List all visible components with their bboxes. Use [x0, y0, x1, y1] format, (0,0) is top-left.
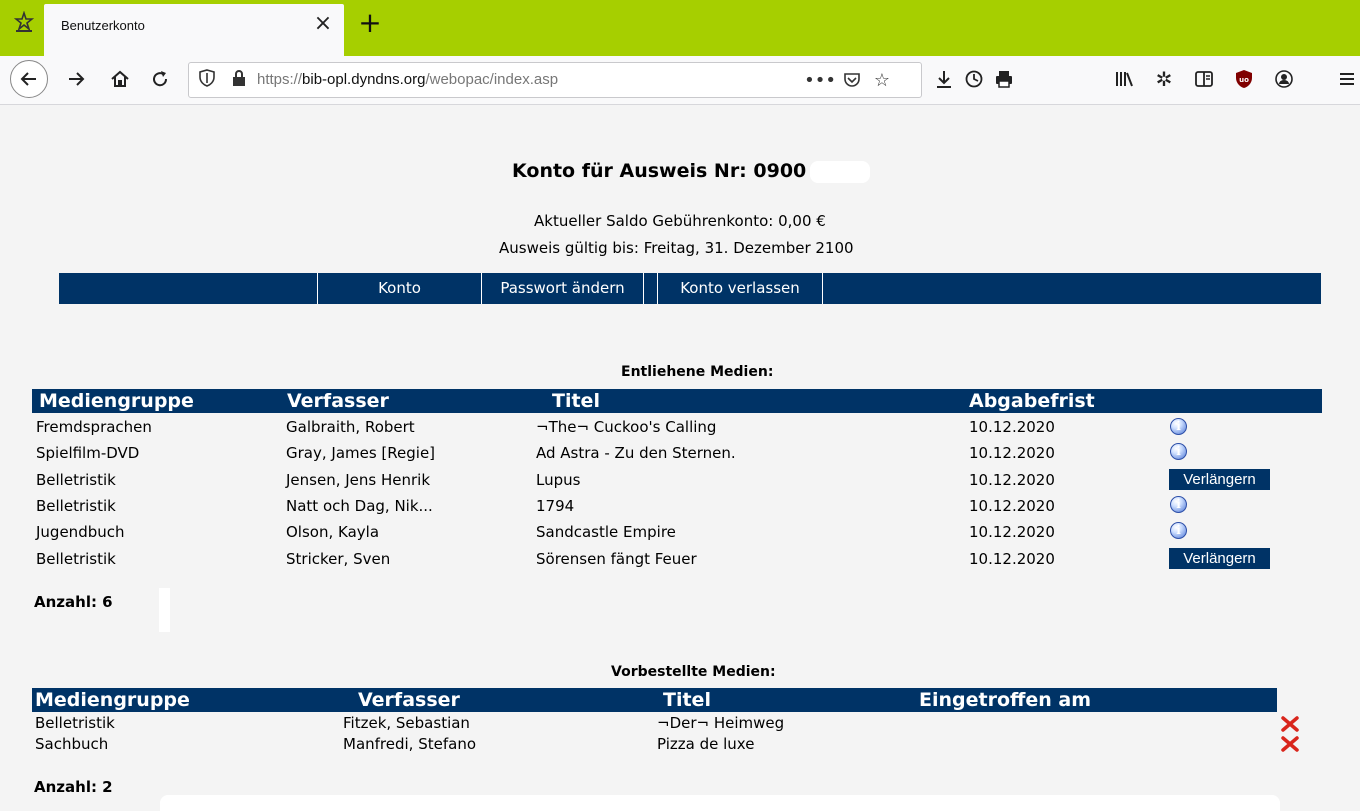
extension-sun-icon[interactable]: ✲ [1148, 63, 1180, 95]
col-titel: Titel [663, 689, 711, 711]
delete-x-icon[interactable] [1281, 735, 1299, 753]
cell-group: Belletristik [36, 550, 116, 568]
cell-due: 10.12.2020 [969, 497, 1055, 515]
tab-bar: Benutzerkonto × + [0, 0, 1360, 56]
account-title: Konto für Ausweis Nr: 0900 [512, 160, 871, 183]
loans-table-header: Mediengruppe Verfasser Titel Abgabefrist [32, 389, 1322, 413]
info-icon[interactable]: i [1170, 418, 1187, 435]
redaction-mask [810, 160, 871, 183]
cell-group: Sachbuch [35, 735, 109, 753]
valid-until-line: Ausweis gültig bis: Freitag, 31. Dezembe… [499, 239, 854, 257]
col-mediengruppe: Mediengruppe [39, 390, 194, 412]
account-menu-bar: Konto Passwort ändern Konto verlassen [59, 273, 1321, 304]
loans-count: Anzahl: 6 [34, 593, 113, 611]
url-prefix: https:// [257, 71, 303, 88]
info-icon[interactable]: i [1170, 496, 1187, 513]
cell-title: Pizza de luxe [657, 735, 755, 753]
reservations-count: Anzahl: 2 [34, 778, 113, 796]
history-icon[interactable] [958, 63, 990, 95]
renew-button[interactable]: Verlängern [1169, 548, 1270, 569]
col-abgabefrist: Abgabefrist [969, 390, 1095, 412]
tab-list-icon[interactable] [14, 8, 34, 36]
redaction-mask [160, 795, 1280, 811]
col-verfasser: Verfasser [358, 689, 460, 711]
pocket-icon[interactable] [839, 66, 865, 94]
cell-title: ¬Der¬ Heimweg [657, 714, 785, 732]
reservations-section-title: Vorbestellte Medien: [611, 664, 776, 680]
cell-group: Jugendbuch [36, 523, 125, 541]
cell-title: Lupus [536, 471, 581, 489]
browser-tab[interactable]: Benutzerkonto × [44, 4, 344, 56]
loans-section-title: Entliehene Medien: [621, 364, 774, 380]
reservations-table-header: Mediengruppe Verfasser Titel Eingetroffe… [32, 688, 1277, 712]
cell-author: Galbraith, Robert [286, 418, 415, 436]
delete-x-icon[interactable] [1281, 715, 1299, 733]
cell-author: Natt och Dag, Nik... [286, 497, 433, 515]
new-tab-icon[interactable]: + [356, 9, 384, 39]
col-mediengruppe: Mediengruppe [35, 689, 190, 711]
balance-line: Aktueller Saldo Gebührenkonto: 0,00 € [534, 212, 826, 230]
navigation-bar: https://bib-opl.dyndns.org/webopac/index… [0, 56, 1360, 105]
print-icon[interactable] [988, 63, 1020, 95]
library-icon[interactable] [1108, 63, 1140, 95]
cell-group: Belletristik [36, 471, 116, 489]
renew-button[interactable]: Verlängern [1169, 469, 1270, 490]
menu-passwort-aendern[interactable]: Passwort ändern [481, 273, 643, 304]
cell-title: 1794 [536, 497, 575, 515]
cell-title: Ad Astra - Zu den Sternen. [536, 444, 736, 462]
url-text[interactable]: https://bib-opl.dyndns.org/webopac/index… [257, 71, 558, 88]
menu-separator [643, 273, 657, 304]
col-verfasser: Verfasser [287, 390, 389, 412]
sidebar-icon[interactable] [1188, 63, 1220, 95]
cell-due: 10.12.2020 [969, 523, 1055, 541]
cell-author: Gray, James [Regie] [286, 444, 436, 462]
home-icon[interactable] [104, 63, 136, 95]
info-icon[interactable]: i [1170, 522, 1187, 539]
cell-author: Olson, Kayla [286, 523, 380, 541]
back-icon[interactable] [10, 60, 48, 98]
col-eingetroffen: Eingetroffen am [919, 689, 1092, 711]
cell-group: Belletristik [35, 714, 115, 732]
cell-author: Fitzek, Sebastian [343, 714, 470, 732]
bookmark-star-icon[interactable]: ☆ [869, 66, 895, 94]
cell-due: 10.12.2020 [969, 418, 1055, 436]
cell-title: Sandcastle Empire [536, 523, 676, 541]
lock-icon[interactable] [232, 70, 246, 90]
svg-text:uo: uo [1239, 76, 1249, 84]
info-icon[interactable]: i [1170, 443, 1187, 460]
cell-group: Belletristik [36, 497, 116, 515]
cell-title: Sörensen fängt Feuer [536, 550, 697, 568]
tab-title: Benutzerkonto [61, 18, 145, 33]
col-titel: Titel [552, 390, 600, 412]
reload-icon[interactable] [144, 63, 176, 95]
cell-due: 10.12.2020 [969, 550, 1055, 568]
account-title-text: Konto für Ausweis Nr: 0900 [512, 160, 807, 182]
cell-group: Spielfilm-DVD [36, 444, 140, 462]
url-path: /webopac/index.asp [425, 71, 559, 88]
cell-title: ¬The¬ Cuckoo's Calling [536, 418, 717, 436]
tab-close-icon[interactable]: × [312, 13, 334, 35]
cell-due: 10.12.2020 [969, 444, 1055, 462]
redaction-mask [159, 588, 170, 632]
page-actions-icon[interactable]: ••• [804, 66, 836, 94]
menu-hamburger-icon[interactable] [1334, 63, 1360, 95]
downloads-icon[interactable] [928, 63, 960, 95]
ublock-icon[interactable]: uo [1228, 63, 1260, 95]
cell-author: Stricker, Sven [286, 550, 391, 568]
menu-konto[interactable]: Konto [317, 273, 481, 304]
page-content: Konto für Ausweis Nr: 0900 Aktueller Sal… [0, 105, 1360, 811]
url-domain: bib-opl.dyndns.org [302, 71, 426, 88]
cell-author: Jensen, Jens Henrik [286, 471, 431, 489]
menu-konto-verlassen[interactable]: Konto verlassen [657, 273, 823, 304]
cell-due: 10.12.2020 [969, 471, 1055, 489]
tracking-protection-icon[interactable] [199, 69, 215, 92]
forward-icon[interactable] [60, 63, 92, 95]
cell-group: Fremdsprachen [36, 418, 152, 436]
account-icon[interactable] [1268, 63, 1300, 95]
cell-author: Manfredi, Stefano [343, 735, 477, 753]
url-bar[interactable]: https://bib-opl.dyndns.org/webopac/index… [188, 62, 922, 98]
